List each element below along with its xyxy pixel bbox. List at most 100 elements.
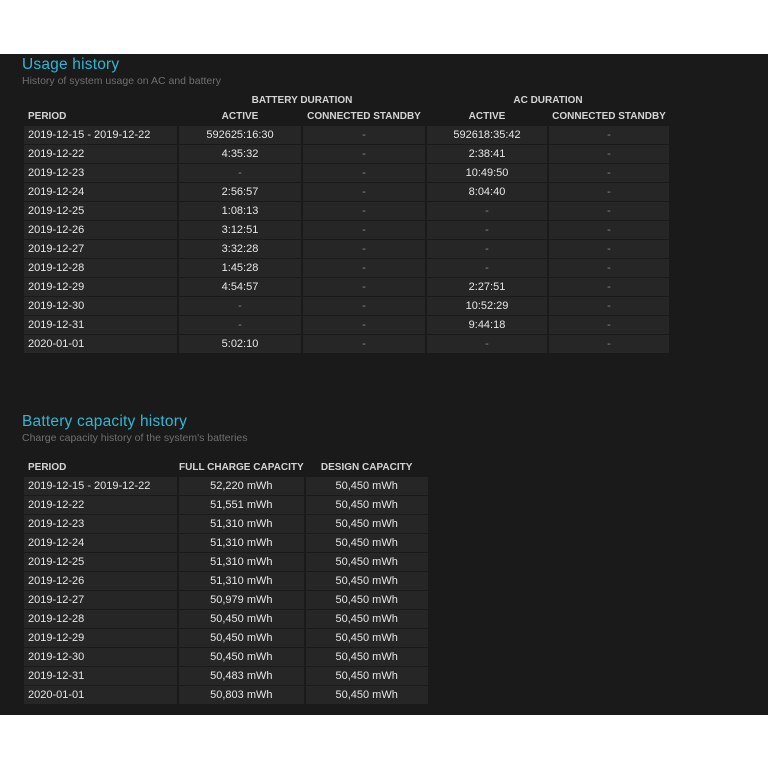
design-capacity-cell: 50,450 mWh — [305, 629, 428, 647]
ac-standby-cell: - — [549, 259, 669, 277]
table-row: 2020-01-01 5:02:10 - - - — [24, 335, 669, 353]
battery-active-cell: 592625:16:30 — [179, 126, 301, 144]
table-row: 2019-12-25 1:08:13 - - - — [24, 202, 669, 220]
column-header-period: PERIOD — [28, 462, 67, 473]
ac-standby-cell: - — [549, 240, 669, 258]
full-charge-cell: 50,450 mWh — [179, 648, 304, 666]
period-cell: 2019-12-26 — [24, 572, 177, 590]
period-cell: 2019-12-27 — [24, 591, 177, 609]
capacity-table-body: 2019-12-15 - 2019-12-22 52,220 mWh 50,45… — [24, 477, 428, 704]
table-row: 2019-12-26 3:12:51 - - - — [24, 221, 669, 239]
period-cell: 2019-12-28 — [24, 610, 177, 628]
table-row: 2019-12-28 1:45:28 - - - — [24, 259, 669, 277]
usage-history-table: BATTERY DURATION AC DURATION PERIOD ACTI… — [22, 93, 671, 354]
period-cell: 2019-12-29 — [24, 629, 177, 647]
battery-standby-cell: - — [303, 297, 425, 315]
battery-active-cell: 4:54:57 — [179, 278, 301, 296]
period-cell: 2019-12-25 — [24, 202, 177, 220]
battery-standby-cell: - — [303, 240, 425, 258]
period-cell: 2019-12-30 — [24, 297, 177, 315]
usage-table-body: 2019-12-15 - 2019-12-22 592625:16:30 - 5… — [24, 126, 669, 353]
table-row: 2019-12-26 51,310 mWh 50,450 mWh — [24, 572, 428, 590]
ac-standby-cell: - — [549, 297, 669, 315]
battery-standby-cell: - — [303, 259, 425, 277]
battery-standby-cell: - — [303, 183, 425, 201]
battery-standby-cell: - — [303, 202, 425, 220]
ac-active-cell: 10:52:29 — [427, 297, 547, 315]
ac-active-cell: - — [427, 202, 547, 220]
capacity-history-subtitle: Charge capacity history of the system's … — [22, 432, 248, 444]
battery-active-cell: 1:45:28 — [179, 259, 301, 277]
battery-active-cell: 5:02:10 — [179, 335, 301, 353]
ac-standby-cell: - — [549, 126, 669, 144]
design-capacity-cell: 50,450 mWh — [305, 610, 428, 628]
full-charge-cell: 52,220 mWh — [179, 477, 304, 495]
ac-standby-cell: - — [549, 202, 669, 220]
full-charge-cell: 50,450 mWh — [179, 610, 304, 628]
battery-standby-cell: - — [303, 221, 425, 239]
battery-standby-cell: - — [303, 145, 425, 163]
battery-standby-cell: - — [303, 278, 425, 296]
period-cell: 2020-01-01 — [24, 686, 177, 704]
table-row: 2019-12-31 50,483 mWh 50,450 mWh — [24, 667, 428, 685]
full-charge-cell: 51,310 mWh — [179, 553, 304, 571]
design-capacity-cell: 50,450 mWh — [305, 477, 428, 495]
period-cell: 2019-12-28 — [24, 259, 177, 277]
battery-active-cell: 1:08:13 — [179, 202, 301, 220]
design-capacity-cell: 50,450 mWh — [305, 534, 428, 552]
column-header-battery-active: ACTIVE — [221, 111, 259, 122]
ac-active-cell: - — [427, 240, 547, 258]
table-row: 2019-12-29 4:54:57 - 2:27:51 - — [24, 278, 669, 296]
design-capacity-cell: 50,450 mWh — [305, 686, 428, 704]
period-cell: 2019-12-25 — [24, 553, 177, 571]
usage-history-section: Usage history History of system usage on… — [22, 56, 221, 88]
period-cell: 2019-12-31 — [24, 316, 177, 334]
period-cell: 2019-12-26 — [24, 221, 177, 239]
ac-active-cell: 2:38:41 — [427, 145, 547, 163]
battery-active-cell: 3:32:28 — [179, 240, 301, 258]
column-header-full-charge: FULL CHARGE CAPACITY — [179, 462, 304, 473]
period-cell: 2020-01-01 — [24, 335, 177, 353]
column-header-ac-active: ACTIVE — [468, 111, 506, 122]
table-row: 2019-12-25 51,310 mWh 50,450 mWh — [24, 553, 428, 571]
ac-standby-cell: - — [549, 164, 669, 182]
period-cell: 2019-12-30 — [24, 648, 177, 666]
period-cell: 2019-12-22 — [24, 496, 177, 514]
capacity-history-title: Battery capacity history — [22, 413, 188, 430]
full-charge-cell: 50,979 mWh — [179, 591, 304, 609]
battery-standby-cell: - — [303, 335, 425, 353]
battery-active-cell: - — [179, 164, 301, 182]
design-capacity-cell: 50,450 mWh — [305, 648, 428, 666]
full-charge-cell: 50,450 mWh — [179, 629, 304, 647]
ac-active-cell: - — [427, 335, 547, 353]
battery-active-cell: - — [179, 297, 301, 315]
table-row: 2019-12-27 50,979 mWh 50,450 mWh — [24, 591, 428, 609]
battery-duration-header: BATTERY DURATION — [251, 95, 353, 106]
column-header-design-capacity: DESIGN CAPACITY — [320, 462, 413, 473]
battery-standby-cell: - — [303, 126, 425, 144]
period-cell: 2019-12-15 - 2019-12-22 — [24, 477, 177, 495]
table-row: 2019-12-22 4:35:32 - 2:38:41 - — [24, 145, 669, 163]
period-cell: 2019-12-15 - 2019-12-22 — [24, 126, 177, 144]
table-row: 2019-12-31 - - 9:44:18 - — [24, 316, 669, 334]
column-header-ac-standby: CONNECTED STANDBY — [552, 111, 666, 122]
period-cell: 2019-12-22 — [24, 145, 177, 163]
table-row: 2019-12-23 51,310 mWh 50,450 mWh — [24, 515, 428, 533]
ac-active-cell: 10:49:50 — [427, 164, 547, 182]
design-capacity-cell: 50,450 mWh — [305, 515, 428, 533]
usage-history-subtitle: History of system usage on AC and batter… — [22, 75, 222, 87]
battery-standby-cell: - — [303, 164, 425, 182]
table-row: 2019-12-29 50,450 mWh 50,450 mWh — [24, 629, 428, 647]
table-row: 2019-12-28 50,450 mWh 50,450 mWh — [24, 610, 428, 628]
period-cell: 2019-12-23 — [24, 515, 177, 533]
ac-active-cell: 2:27:51 — [427, 278, 547, 296]
full-charge-cell: 50,803 mWh — [179, 686, 304, 704]
period-cell: 2019-12-29 — [24, 278, 177, 296]
battery-report-panel: Usage history History of system usage on… — [0, 54, 768, 715]
capacity-history-table: PERIOD FULL CHARGE CAPACITY DESIGN CAPAC… — [22, 459, 430, 705]
full-charge-cell: 50,483 mWh — [179, 667, 304, 685]
ac-active-cell: - — [427, 221, 547, 239]
ac-standby-cell: - — [549, 278, 669, 296]
design-capacity-cell: 50,450 mWh — [305, 572, 428, 590]
table-row: 2019-12-22 51,551 mWh 50,450 mWh — [24, 496, 428, 514]
